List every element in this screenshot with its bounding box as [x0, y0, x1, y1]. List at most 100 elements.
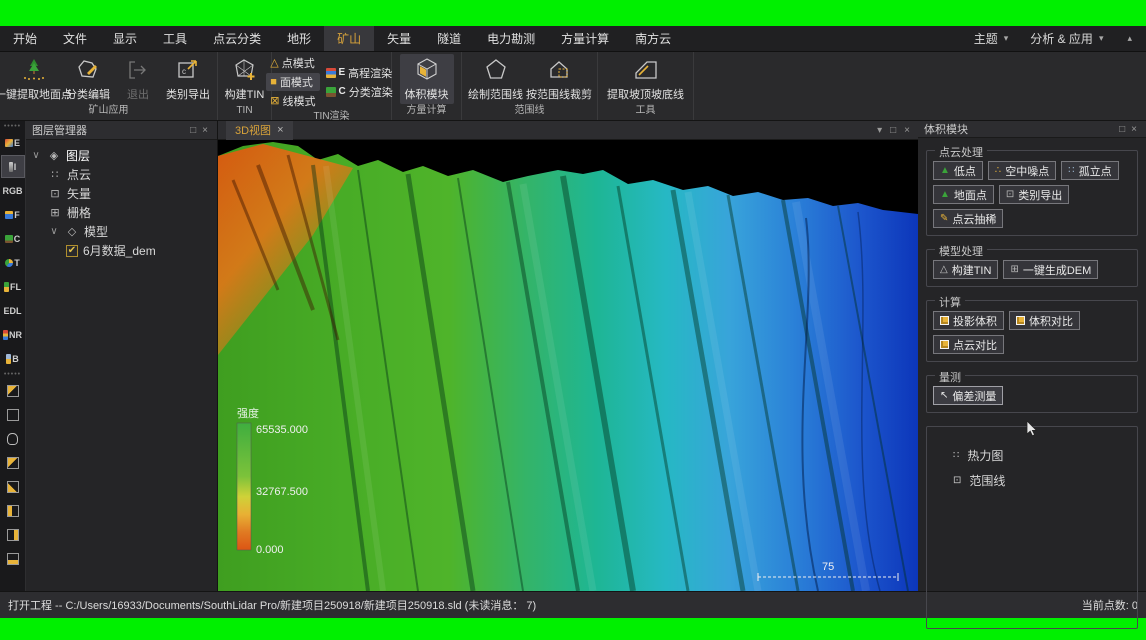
boundary-line-item[interactable]: ⊡范围线: [937, 470, 1127, 491]
view-tab-bar: 3D视图 × ▾ □ ×: [218, 121, 918, 140]
panel-title: 体积模块: [924, 121, 1116, 137]
draw-boundary-button[interactable]: 绘制范围线: [468, 54, 523, 104]
menu-item-tools[interactable]: 工具: [150, 26, 200, 51]
deviation-measure-button[interactable]: ↖偏差测量: [933, 386, 1003, 405]
tree-item-pointcloud[interactable]: ∷ 点云: [30, 165, 213, 184]
view-bottom-button[interactable]: [1, 547, 25, 570]
menu-spacer: [684, 26, 966, 51]
layer-checkbox[interactable]: ✔: [66, 245, 78, 257]
menu-item-terrain[interactable]: 地形: [274, 26, 324, 51]
build-tin-button[interactable]: 构建TIN: [222, 54, 268, 104]
clip-by-boundary-button[interactable]: 按范围线裁剪: [527, 54, 591, 104]
tab-close-icon[interactable]: ×: [277, 124, 283, 136]
collapse-ribbon-button[interactable]: ▴: [1117, 26, 1146, 51]
elevation-render-button[interactable]: E 高程渲染: [322, 64, 397, 82]
view-right-button[interactable]: [1, 523, 25, 546]
close-panel-icon[interactable]: ×: [199, 125, 211, 136]
menu-item-pointcloud-classify[interactable]: 点云分类: [200, 26, 274, 51]
menu-item-volume-calc[interactable]: 方量计算: [548, 26, 622, 51]
view-left-button[interactable]: [1, 499, 25, 522]
class-export-button[interactable]: ⊡类别导出: [999, 185, 1069, 204]
line-mode-button[interactable]: ⊠ 线模式: [266, 92, 319, 110]
pan-tool-button[interactable]: [1, 427, 25, 450]
pick-point-tool-button[interactable]: [1, 403, 25, 426]
list-label: 热力图: [967, 447, 1003, 464]
menu-item-display[interactable]: 显示: [100, 26, 150, 51]
menu-item-start[interactable]: 开始: [0, 26, 50, 51]
menu-item-tunnel[interactable]: 隧道: [424, 26, 474, 51]
tree-item-model[interactable]: ∨ ◇ 模型: [30, 222, 213, 241]
view-front-button[interactable]: [1, 475, 25, 498]
view-cube-icon: [7, 505, 19, 517]
low-point-button[interactable]: ▲低点: [933, 161, 983, 180]
tab-restore-icon[interactable]: □: [890, 125, 896, 136]
generate-dem-button[interactable]: ⊞一键生成DEM: [1003, 260, 1098, 279]
tab-area-close-icon[interactable]: ×: [904, 125, 910, 136]
layer-manager-panel: 图层管理器 □ × ∨ ◈ 图层 ∷ 点云 ⊡ 矢量: [26, 121, 218, 591]
float-panel-icon[interactable]: □: [187, 125, 199, 136]
render-mode-nr[interactable]: NR: [1, 323, 25, 346]
cube-icon: [940, 340, 949, 349]
build-tin-button[interactable]: △构建TIN: [933, 260, 998, 279]
projection-volume-button[interactable]: 投影体积: [933, 311, 1004, 330]
render-mode-blend[interactable]: B: [1, 347, 25, 370]
face-mode-button[interactable]: ■ 面模式: [266, 73, 319, 91]
group-label: 计算: [935, 294, 965, 310]
air-noise-button[interactable]: ∴空中噪点: [988, 161, 1056, 180]
tree-item-dem-layer[interactable]: ✔ 6月数据_dem: [30, 241, 213, 260]
cloud-chip-icon: [5, 211, 13, 219]
polygon-pencil-icon: [75, 56, 101, 84]
point-mode-button[interactable]: △ 点模式: [266, 54, 319, 72]
render-mode-intensity[interactable]: I: [1, 155, 25, 178]
pointcloud-compare-button[interactable]: 点云对比: [933, 335, 1004, 354]
volume-module-button[interactable]: 体积模块: [400, 54, 454, 104]
measure-tool-button[interactable]: [1, 379, 25, 402]
fl-chip-icon: [4, 282, 9, 292]
render-mode-time[interactable]: T: [1, 251, 25, 274]
ribbon-group-label: 方量计算: [392, 104, 461, 120]
ribbon-group-tin-render: △ 点模式 ■ 面模式 ⊠ 线模式 E: [272, 52, 392, 120]
view-top-button[interactable]: [1, 451, 25, 474]
ground-point-button[interactable]: ▲地面点: [933, 185, 994, 204]
extract-ground-button[interactable]: 一键提取地面点: [6, 54, 61, 104]
close-panel-icon[interactable]: ×: [1128, 124, 1140, 135]
menu-bar: 开始 文件 显示 工具 点云分类 地形 矿山 矢量 隧道 电力勘测 方量计算 南…: [0, 26, 1146, 52]
class-export-button[interactable]: c 类别导出: [165, 54, 211, 104]
theme-menu[interactable]: 主题 ▾: [966, 26, 1023, 51]
button-label: 高程渲染: [348, 65, 392, 81]
tree-item-layers[interactable]: ∨ ◈ 图层: [30, 146, 213, 165]
button-label: 一键生成DEM: [1023, 262, 1091, 278]
isolated-point-button[interactable]: ∷孤立点: [1061, 161, 1118, 180]
extract-slope-lines-button[interactable]: 提取坡顶坡底线: [604, 54, 687, 104]
terrain-3d-view[interactable]: 强度 65535.000 32767.500 0.000 75: [218, 140, 918, 591]
render-mode-fl[interactable]: FL: [1, 275, 25, 298]
volume-compare-button[interactable]: 体积对比: [1009, 311, 1080, 330]
classify-render-button[interactable]: C 分类渲染: [322, 83, 397, 101]
button-label: 构建TIN: [225, 86, 265, 102]
menu-item-south-cloud[interactable]: 南方云: [622, 26, 684, 51]
mode-label: T: [14, 258, 20, 268]
view-3d-tab[interactable]: 3D视图 ×: [226, 121, 293, 140]
analysis-app-menu[interactable]: 分析 & 应用 ▾: [1022, 26, 1117, 51]
group-label: 点云处理: [935, 144, 987, 160]
menu-item-file[interactable]: 文件: [50, 26, 100, 51]
render-mode-classification[interactable]: C: [1, 227, 25, 250]
menu-item-vector[interactable]: 矢量: [374, 26, 424, 51]
chevron-down-icon: ▾: [1099, 33, 1104, 44]
button-label: 构建TIN: [952, 262, 992, 278]
float-panel-icon[interactable]: □: [1116, 124, 1128, 135]
tree-item-raster[interactable]: ⊞ 栅格: [30, 203, 213, 222]
render-mode-elevation[interactable]: E: [1, 131, 25, 154]
heatmap-item[interactable]: ∷热力图: [937, 445, 1127, 466]
render-mode-flight[interactable]: F: [1, 203, 25, 226]
menu-item-mining[interactable]: 矿山: [324, 26, 374, 51]
tree-item-vector[interactable]: ⊡ 矢量: [30, 184, 213, 203]
classify-edit-button[interactable]: 分类编辑: [65, 54, 111, 104]
thin-pointcloud-button[interactable]: ✎点云抽稀: [933, 209, 1003, 228]
button-label: 地面点: [954, 187, 987, 203]
view-cube-icon: [7, 553, 19, 565]
menu-item-power-survey[interactable]: 电力勘测: [474, 26, 548, 51]
tab-dropdown-icon[interactable]: ▾: [877, 125, 882, 136]
render-mode-rgb[interactable]: RGB: [1, 179, 25, 202]
render-mode-edl[interactable]: EDL: [1, 299, 25, 322]
